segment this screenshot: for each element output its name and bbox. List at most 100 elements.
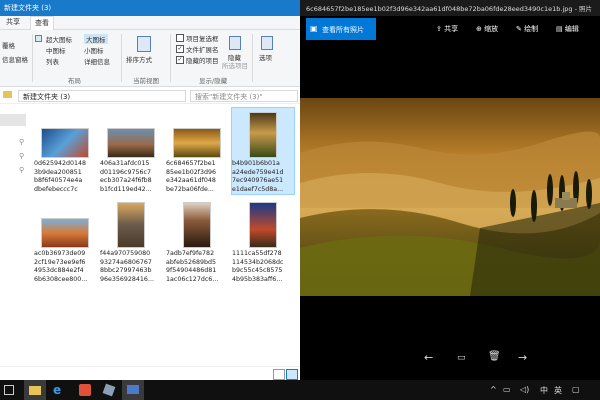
ribbon-divider: [170, 34, 171, 82]
search-input[interactable]: 搜索"新建文件夹 (3)": [190, 90, 298, 102]
ribbon-pane-item-2[interactable]: 信息窗格: [2, 54, 28, 64]
file-name-line: dbefebeccc7c: [34, 185, 78, 193]
file-thumbnail: [183, 202, 211, 248]
file-name-line: 0d625942d0148: [34, 160, 87, 167]
details-view-icon[interactable]: [273, 369, 285, 380]
file-name-line: 3b9dea200851: [34, 168, 82, 176]
photos-taskbar-icon[interactable]: [122, 380, 144, 400]
sort-by-button[interactable]: 排序方式: [126, 54, 152, 64]
ribbon-divider: [32, 34, 33, 82]
file-name-line: 7adb7ef9fe782: [166, 250, 215, 257]
file-name-line: 4b95b383aff6...: [232, 275, 283, 283]
share-label: 共享: [444, 25, 459, 33]
group-current-view-label: 当前视图: [133, 77, 159, 85]
app-gray-icon[interactable]: [98, 380, 120, 400]
share-button[interactable]: ⇪ 共享: [436, 24, 458, 34]
file-item[interactable]: 1111ca55df278 114534b2068dc b9c55c45c8575 4…: [232, 198, 294, 284]
edit-button[interactable]: ▤ 编辑: [556, 24, 579, 34]
address-bar-row: 新建文件夹 (3) 搜索"新建文件夹 (3)": [0, 87, 300, 104]
pin-icon: ⚲: [19, 152, 25, 160]
file-name-line: 93274a6806767: [100, 258, 152, 266]
file-name: ac0b36973de09 2cf19e73ee9ef6 4953dc884e2f4…: [34, 250, 96, 284]
explorer-title-bar[interactable]: 新建文件夹 (3): [0, 0, 300, 16]
draw-label: 绘制: [524, 25, 539, 33]
large-icons-view-icon[interactable]: [286, 369, 298, 380]
layout-large[interactable]: 大图标: [84, 34, 108, 44]
see-all-photos-label: 查看所有照片: [322, 26, 364, 34]
layout-list[interactable]: 列表: [46, 56, 59, 66]
slideshow-icon[interactable]: ▭: [457, 353, 466, 363]
file-thumbnail: [249, 202, 277, 248]
network-icon[interactable]: ▭: [503, 385, 511, 394]
tab-share[interactable]: 共享: [6, 16, 20, 29]
search-placeholder: 搜索"新建文件夹 (3)": [195, 93, 263, 101]
nav-quick-access[interactable]: [0, 114, 26, 126]
zoom-button[interactable]: ⊕ 缩放: [476, 24, 498, 34]
file-name-line: b4b901b6b01a: [232, 160, 280, 167]
file-item[interactable]: 0d625942d0148 3b9dea200851 b8f6f40574e4a db…: [34, 108, 96, 194]
ribbon-pane-item-1[interactable]: 覆格: [2, 40, 15, 50]
file-name-line: 2cf19e73ee9ef6: [34, 258, 86, 266]
file-item[interactable]: f44a970759080 93274a6806767 8bbc27997463b 9…: [100, 198, 162, 284]
options-icon: [261, 36, 273, 50]
photos-title-bar[interactable]: 6c684657f2be185ee1b02f3d96e342aa61df048b…: [300, 0, 600, 16]
file-name-line: b8f6f40574e4a: [34, 177, 83, 184]
file-name-line: f44a970759080: [100, 250, 151, 257]
internet-explorer-icon[interactable]: e: [48, 380, 70, 400]
layout-details[interactable]: 详细信息: [84, 56, 110, 66]
file-item[interactable]: ac0b36973de09 2cf19e73ee9ef6 4953dc884e2f4…: [34, 198, 96, 284]
file-name-line: 6c684657f2be1: [166, 160, 216, 167]
share-icon: ⇪: [436, 25, 442, 33]
notification-icon[interactable]: ▢: [572, 385, 580, 394]
layout-medium[interactable]: 中图标: [46, 45, 66, 55]
file-name-line: a24ede759e41d: [232, 168, 284, 176]
layout-extra-large[interactable]: 超大图标: [46, 34, 72, 44]
zoom-label: 缩放: [484, 25, 499, 33]
file-name: f44a970759080 93274a6806767 8bbc27997463b 9…: [100, 250, 162, 284]
file-name-line: 96e356928416...: [100, 275, 154, 283]
ime-indicator[interactable]: 中: [540, 385, 548, 396]
next-arrow-icon[interactable]: →: [518, 351, 527, 364]
item-checkboxes-checkbox[interactable]: [176, 34, 184, 42]
photos-toolbar: ▣ 查看所有照片 ⇪ 共享 ⊕ 缩放 ✎ 绘制 ▤ 编辑: [300, 16, 600, 42]
tray-chevron-icon[interactable]: ^: [490, 385, 497, 394]
file-name-line: 9f54904486d81: [166, 267, 217, 274]
address-bar[interactable]: 新建文件夹 (3): [18, 90, 186, 102]
layout-small[interactable]: 小图标: [84, 45, 104, 55]
file-name-line: 1111ca55df278: [232, 250, 282, 257]
see-all-photos-button[interactable]: ▣ 查看所有照片: [306, 18, 376, 40]
hidden-items-label: 隐藏的项目: [186, 57, 219, 65]
app-red-icon[interactable]: [74, 380, 96, 400]
file-thumbnail: [117, 202, 145, 248]
draw-button[interactable]: ✎ 绘制: [516, 24, 538, 34]
ribbon-tabs: 共享 查看: [0, 16, 300, 30]
previous-arrow-icon[interactable]: ←: [424, 351, 433, 364]
hidden-items-checkbox[interactable]: ✓: [176, 56, 184, 64]
address-text: 新建文件夹 (3): [23, 93, 71, 101]
volume-icon[interactable]: ◁): [520, 385, 529, 394]
file-name-line: 85ee1b02f3d96: [166, 168, 217, 176]
file-item[interactable]: 7adb7ef9fe782 abfeb52689bd5 9f54904486d81 1…: [166, 198, 228, 284]
explorer-title: 新建文件夹 (3): [4, 4, 52, 12]
hide-selected-icon: [229, 36, 241, 50]
file-name-line: 114534b2068dc: [232, 258, 284, 266]
file-item[interactable]: 6c684657f2be1 85ee1b02f3d96 e342aa61df048 b…: [166, 108, 228, 194]
sort-icon: [137, 36, 151, 52]
photo-image[interactable]: [300, 98, 600, 296]
task-view-icon[interactable]: [0, 380, 22, 400]
file-explorer-taskbar-icon[interactable]: [24, 380, 46, 400]
file-grid: 0d625942d0148 3b9dea200851 b8f6f40574e4a db…: [30, 104, 300, 366]
file-name-line: d01196c9756c7: [100, 168, 151, 176]
options-button[interactable]: 选项: [259, 52, 272, 62]
file-item[interactable]: 406a31afdc015 d01196c9756c7 ecb307a24f6fb8…: [100, 108, 162, 194]
delete-icon[interactable]: 🗑: [488, 351, 501, 362]
tab-view[interactable]: 查看: [30, 16, 54, 30]
file-name: 0d625942d0148 3b9dea200851 b8f6f40574e4a db…: [34, 160, 96, 194]
ribbon-divider: [252, 34, 253, 82]
file-extensions-checkbox[interactable]: ✓: [176, 45, 184, 53]
status-bar: [0, 366, 300, 380]
language-indicator[interactable]: 英: [554, 385, 562, 396]
group-layout-label: 布局: [68, 77, 81, 85]
file-name: 7adb7ef9fe782 abfeb52689bd5 9f54904486d81 1…: [166, 250, 228, 284]
file-item[interactable]: b4b901b6b01a a24ede759e41d 7ec940976ae51 e1…: [231, 107, 295, 195]
